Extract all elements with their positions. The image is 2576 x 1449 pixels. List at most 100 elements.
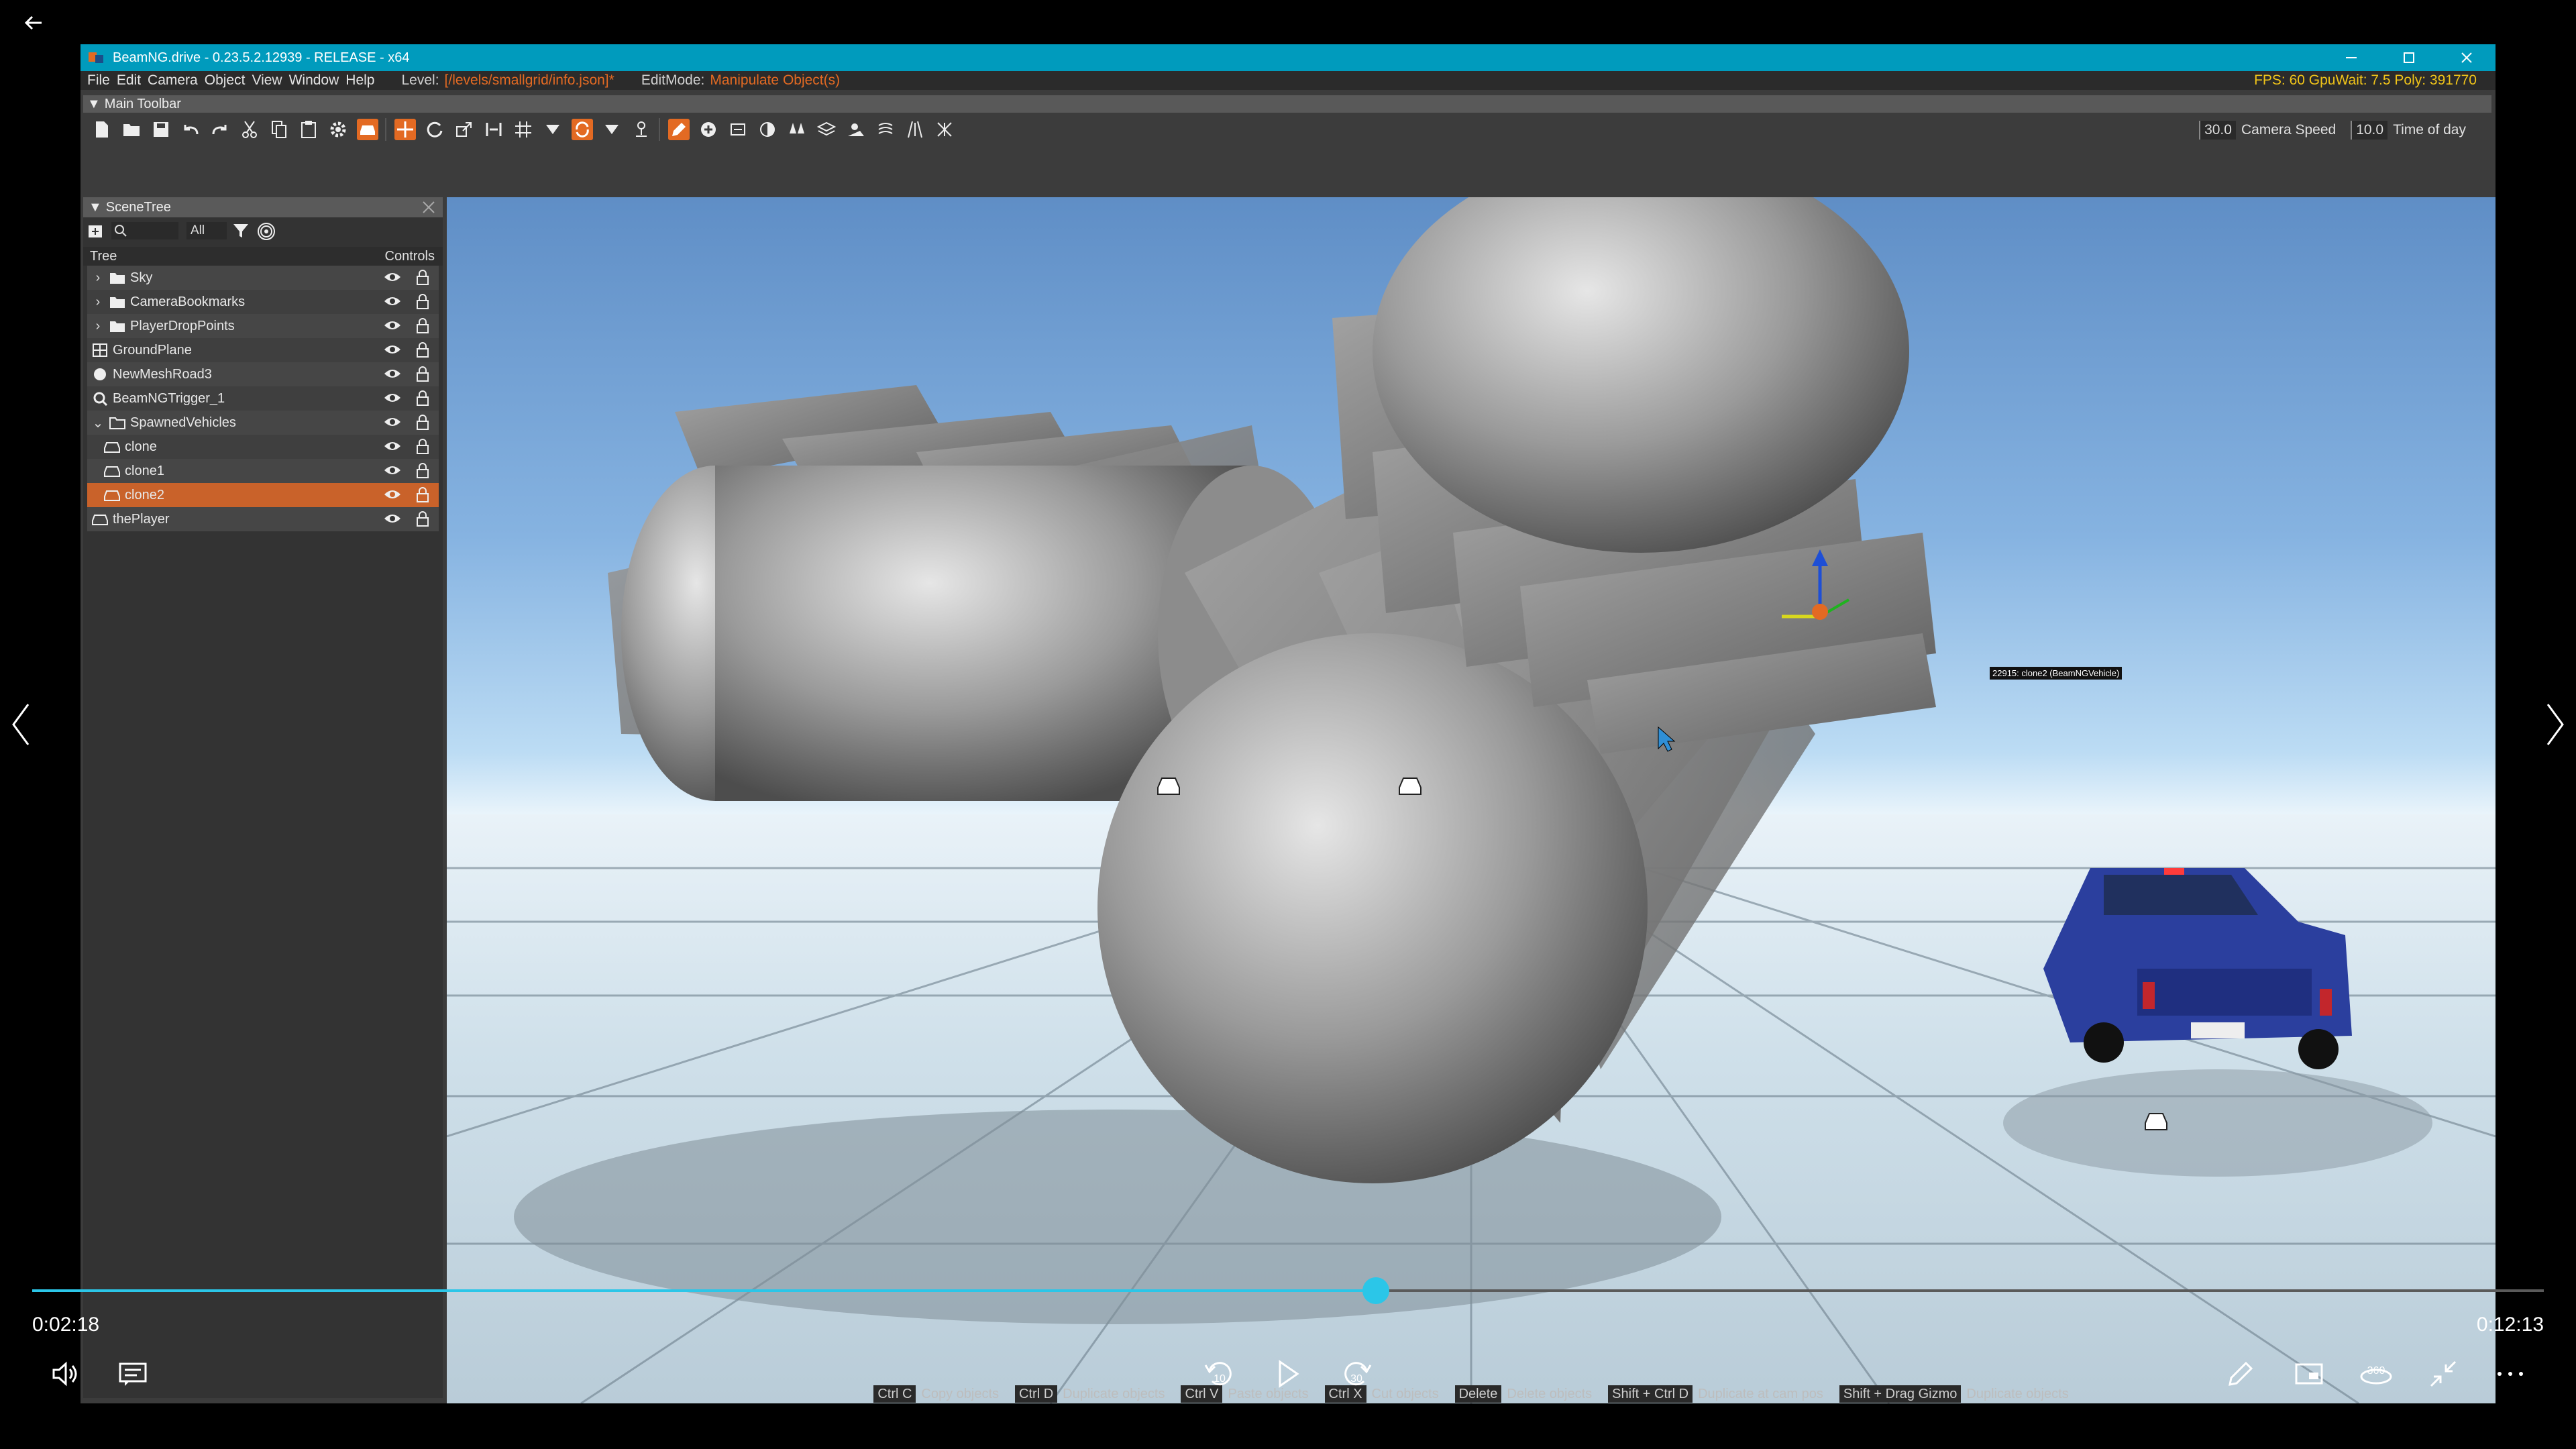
menu-camera[interactable]: Camera: [148, 72, 198, 89]
lock-icon[interactable]: [416, 511, 429, 531]
expand-chevron-icon[interactable]: ›: [91, 319, 105, 334]
lock-icon[interactable]: [416, 415, 429, 435]
broadcast-icon[interactable]: [256, 221, 276, 240]
lock-icon[interactable]: [416, 487, 429, 507]
360-view-button[interactable]: 360: [2357, 1355, 2395, 1393]
open-folder-icon[interactable]: [121, 119, 142, 140]
menu-edit[interactable]: Edit: [117, 72, 141, 89]
mini-view-button[interactable]: [2290, 1355, 2328, 1393]
visibility-eye-icon[interactable]: [384, 271, 401, 287]
rewind-button[interactable]: 10: [1201, 1355, 1238, 1393]
lock-icon[interactable]: [416, 294, 429, 314]
lock-icon[interactable]: [416, 270, 429, 290]
tree-item-ground-plane[interactable]: GroundPlane: [87, 338, 439, 362]
window-titlebar[interactable]: BeamNG.drive - 0.23.5.2.12939 - RELEASE …: [80, 44, 2496, 71]
copy-icon[interactable]: [268, 119, 290, 140]
scene-filter-select[interactable]: All: [186, 222, 227, 239]
decal-editor-icon[interactable]: [845, 119, 867, 140]
visibility-eye-icon[interactable]: [384, 416, 401, 432]
cut-icon[interactable]: [239, 119, 260, 140]
menu-window[interactable]: Window: [289, 72, 339, 89]
undo-icon[interactable]: [180, 119, 201, 140]
tree-item-clone[interactable]: clone: [87, 435, 439, 459]
visibility-eye-icon[interactable]: [384, 319, 401, 335]
snap-options-dropdown-icon[interactable]: [542, 119, 564, 140]
main-toolbar-header[interactable]: ▼ Main Toolbar: [83, 95, 2491, 113]
next-icon[interactable]: [2540, 698, 2569, 751]
tree-item-camera-bookmarks[interactable]: › CameraBookmarks: [87, 290, 439, 314]
visibility-eye-icon[interactable]: [384, 488, 401, 504]
mesh-road-icon[interactable]: [904, 119, 926, 140]
menu-help[interactable]: Help: [345, 72, 374, 89]
play-button[interactable]: [1269, 1355, 1307, 1393]
tree-item-spawned-vehicles[interactable]: ⌄ SpawnedVehicles: [87, 411, 439, 435]
visibility-eye-icon[interactable]: [384, 464, 401, 480]
tree-item-the-player[interactable]: thePlayer: [87, 507, 439, 531]
collapse-triangle-icon[interactable]: ▼: [87, 97, 101, 112]
camera-speed-input[interactable]: 30.0: [2199, 121, 2236, 140]
expand-chevron-icon[interactable]: ›: [91, 270, 105, 286]
scene-tree-header[interactable]: ▼ SceneTree: [83, 197, 443, 217]
exit-fullscreen-button[interactable]: [2424, 1355, 2462, 1393]
back-arrow-icon[interactable]: [20, 9, 47, 36]
forest-editor-icon[interactable]: [786, 119, 808, 140]
time-of-day-input[interactable]: 10.0: [2351, 121, 2388, 140]
close-icon[interactable]: [421, 200, 436, 215]
seek-bar-thumb[interactable]: [1362, 1277, 1390, 1304]
object-dropdown-icon[interactable]: [601, 119, 623, 140]
visibility-eye-icon[interactable]: [384, 368, 401, 384]
tree-item-new-mesh-road3[interactable]: NewMeshRoad3: [87, 362, 439, 386]
redo-icon[interactable]: [209, 119, 231, 140]
new-file-icon[interactable]: [91, 119, 113, 140]
rotate-gizmo-icon[interactable]: [424, 119, 445, 140]
lock-icon[interactable]: [416, 318, 429, 338]
menu-file[interactable]: File: [87, 72, 110, 89]
scale-gizmo-icon[interactable]: [453, 119, 475, 140]
tree-item-clone2[interactable]: clone2: [87, 483, 439, 507]
settings-gear-icon[interactable]: [327, 119, 349, 140]
expand-chevron-icon[interactable]: ›: [91, 294, 105, 310]
lock-icon[interactable]: [416, 366, 429, 386]
translate-gizmo-icon[interactable]: [394, 119, 416, 140]
forward-button[interactable]: 30: [1338, 1355, 1375, 1393]
tree-item-beamng-trigger[interactable]: BeamNGTrigger_1: [87, 386, 439, 411]
vehicle-select-icon[interactable]: [357, 119, 378, 140]
previous-icon[interactable]: [7, 698, 36, 751]
more-options-button[interactable]: [2491, 1355, 2529, 1393]
save-icon[interactable]: [150, 119, 172, 140]
lock-icon[interactable]: [416, 439, 429, 459]
drop-to-ground-icon[interactable]: [631, 119, 652, 140]
edit-pencil-icon[interactable]: [668, 119, 690, 140]
edit-button[interactable]: [2222, 1355, 2259, 1393]
river-editor-icon[interactable]: [875, 119, 896, 140]
add-group-icon[interactable]: [87, 221, 107, 240]
tree-item-sky[interactable]: › Sky: [87, 266, 439, 290]
align-icon[interactable]: [483, 119, 504, 140]
tree-item-clone1[interactable]: clone1: [87, 459, 439, 483]
visibility-eye-icon[interactable]: [384, 392, 401, 408]
world-space-toggle-icon[interactable]: [572, 119, 593, 140]
lock-icon[interactable]: [416, 390, 429, 411]
minimize-button[interactable]: [2322, 44, 2380, 71]
seek-bar[interactable]: [32, 1277, 2544, 1304]
pickup-truck-vehicle[interactable]: [2043, 868, 2352, 1069]
tree-item-player-drop-points[interactable]: › PlayerDropPoints: [87, 314, 439, 338]
collapse-chevron-icon[interactable]: ⌄: [91, 415, 105, 431]
visibility-eye-icon[interactable]: [384, 343, 401, 360]
paste-icon[interactable]: [298, 119, 319, 140]
add-object-icon[interactable]: [698, 119, 719, 140]
lock-icon[interactable]: [416, 342, 429, 362]
visibility-eye-icon[interactable]: [384, 513, 401, 529]
lock-icon[interactable]: [416, 463, 429, 483]
captions-button[interactable]: [114, 1355, 152, 1393]
menu-view[interactable]: View: [252, 72, 282, 89]
3d-viewport[interactable]: 22915: clone2 (BeamNGVehicle): [447, 197, 2496, 1403]
decal-road-icon[interactable]: [934, 119, 955, 140]
menu-object[interactable]: Object: [205, 72, 246, 89]
visibility-eye-icon[interactable]: [384, 295, 401, 311]
snap-grid-icon[interactable]: [513, 119, 534, 140]
visibility-eye-icon[interactable]: [384, 440, 401, 456]
filter-funnel-icon[interactable]: [232, 223, 250, 239]
close-window-button[interactable]: [2438, 44, 2496, 71]
collapse-triangle-icon[interactable]: ▼: [89, 200, 102, 215]
